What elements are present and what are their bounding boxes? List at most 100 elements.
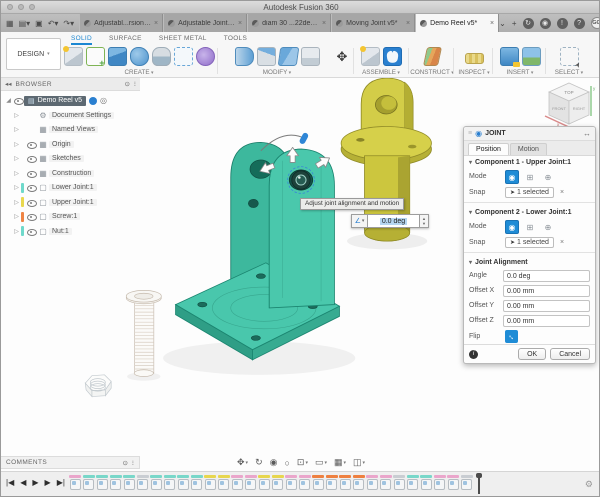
timeline-feature-item[interactable]	[353, 475, 365, 490]
mode-planar-button[interactable]: ⊞	[523, 220, 537, 234]
timeline-feature-item[interactable]	[272, 475, 284, 490]
alignment-field-input[interactable]: 0.00 mm	[503, 315, 590, 327]
document-tab[interactable]: Demo Reel v5* ×	[415, 14, 499, 32]
close-tab-icon[interactable]: ×	[490, 20, 494, 27]
flip-button[interactable]: ↔	[505, 330, 518, 343]
move-copy-icon[interactable]: ✥	[333, 47, 352, 66]
timeline-feature-item[interactable]	[83, 475, 95, 490]
expand-icon[interactable]: ▷	[12, 228, 21, 235]
workspace-tab[interactable]: SHEET METAL	[159, 34, 207, 45]
angle-stepper[interactable]: ▲▼	[420, 214, 429, 228]
select-group-label[interactable]: SELECT	[555, 69, 583, 76]
expand-icon[interactable]: ▷	[12, 213, 21, 220]
insert-canvas-icon[interactable]	[522, 47, 541, 66]
node-label[interactable]: Nut:1	[49, 228, 72, 235]
workspace-tab[interactable]: TOOLS	[224, 34, 247, 45]
new-tab-icon[interactable]: +	[512, 19, 517, 28]
step-forward-button[interactable]: ▶	[45, 478, 51, 487]
timeline-playhead[interactable]	[478, 475, 480, 494]
alignment-section-header[interactable]: Joint Alignment	[464, 256, 595, 268]
save-icon[interactable]: ▣	[35, 19, 43, 28]
select-icon[interactable]	[560, 47, 579, 66]
browser-tree-row[interactable]: ▷ ▢ Screw:1	[12, 210, 140, 223]
root-component-chip[interactable]: ▤ Demo Reel v5	[24, 96, 86, 106]
browser-tree-row[interactable]: ▷ ▦ Sketches	[12, 152, 140, 165]
browser-tree-row[interactable]: ▷ ▦ Named Views	[12, 123, 140, 136]
timeline-feature-item[interactable]	[150, 475, 162, 490]
timeline-feature-item[interactable]	[191, 475, 203, 490]
timeline-feature-item[interactable]	[245, 475, 257, 490]
visibility-eye-icon[interactable]	[26, 169, 37, 178]
visibility-eye-icon[interactable]	[26, 154, 37, 163]
insert-mcmaster-icon[interactable]	[500, 47, 519, 66]
document-tab[interactable]: Moving Joint v5* ×	[331, 14, 415, 32]
visibility-eye-icon[interactable]	[26, 183, 37, 192]
grid-snaps-icon[interactable]: ▦▾	[334, 457, 346, 468]
pipe-icon[interactable]	[174, 47, 193, 66]
timeline-feature-item[interactable]	[123, 475, 135, 490]
orbit-icon[interactable]: ↻	[255, 457, 263, 468]
pattern-icon[interactable]	[196, 47, 215, 66]
document-tab[interactable]: Adjustable Joint v5* ×	[163, 14, 247, 32]
expand-icon[interactable]: ▷	[12, 170, 21, 177]
timeline-feature-item[interactable]	[434, 475, 446, 490]
user-avatar[interactable]: GG	[591, 17, 600, 29]
node-label[interactable]: Document Settings	[49, 112, 114, 119]
timeline-feature-item[interactable]	[461, 475, 473, 490]
model-canvas[interactable]: Adjust joint alignment and motion ∠▾ 0.0…	[1, 78, 600, 471]
timeline-feature-item[interactable]	[96, 475, 108, 490]
node-label[interactable]: Named Views	[49, 126, 98, 133]
collapse-panel-icon[interactable]: ◂◂	[5, 80, 12, 88]
expand-icon[interactable]: ▷	[12, 199, 21, 206]
expand-icon[interactable]: ▷	[12, 184, 21, 191]
timeline-feature-item[interactable]	[177, 475, 189, 490]
redo-icon[interactable]: ↷▾	[63, 19, 74, 28]
assemble-group-label[interactable]: ASSEMBLE	[362, 69, 400, 76]
tab-list-chevron-icon[interactable]: ⌄	[499, 19, 506, 28]
visibility-eye-icon[interactable]	[26, 198, 37, 207]
visibility-eye-icon[interactable]	[26, 212, 37, 221]
visibility-eye-icon[interactable]	[26, 140, 37, 149]
visibility-eye-icon[interactable]	[26, 227, 37, 236]
clear-selection-icon[interactable]: ×	[560, 239, 564, 246]
create-sketch-icon[interactable]	[86, 47, 105, 66]
extrude-icon[interactable]	[108, 47, 127, 66]
mode-motion-button[interactable]: ⊕	[541, 170, 555, 184]
ok-button[interactable]: OK	[518, 348, 546, 360]
browser-tree-row[interactable]: ▷ ▢ Upper Joint:1	[12, 196, 140, 209]
snap-selection-button[interactable]: ➤ 1 selected	[505, 237, 554, 248]
joint-dialog-tab[interactable]: Motion	[510, 143, 547, 155]
timeline-feature-item[interactable]	[258, 475, 270, 490]
timeline-feature-item[interactable]	[407, 475, 419, 490]
modify-group-label[interactable]: MODIFY	[263, 69, 291, 76]
clear-selection-icon[interactable]: ×	[560, 189, 564, 196]
comments-gear-icon[interactable]: ⊙	[122, 459, 127, 467]
workspace-tab[interactable]: SURFACE	[109, 34, 142, 45]
pan-icon[interactable]: ✥▾	[237, 457, 248, 468]
construct-group-label[interactable]: CONSTRUCT	[410, 69, 453, 76]
node-label[interactable]: Lower Joint:1	[49, 184, 97, 191]
browser-tree-row[interactable]: ▷ ▢ Lower Joint:1	[12, 181, 140, 194]
node-label[interactable]: Upper Joint:1	[49, 199, 97, 206]
timeline-feature-item[interactable]	[218, 475, 230, 490]
inspect-group-label[interactable]: INSPECT	[458, 69, 489, 76]
mode-simple-button[interactable]: ◉	[505, 170, 519, 184]
node-label[interactable]: Construction	[49, 170, 94, 177]
step-back-button[interactable]: ◀	[20, 478, 26, 487]
timeline-feature-item[interactable]	[69, 475, 81, 490]
expand-icon[interactable]: ▷	[12, 112, 21, 119]
alignment-field-input[interactable]: 0.00 mm	[503, 300, 590, 312]
timeline-feature-item[interactable]	[380, 475, 392, 490]
timeline-feature-item[interactable]	[137, 475, 149, 490]
browser-tree-row[interactable]: ▷ ⚙ Document Settings	[12, 109, 140, 122]
component-section-header[interactable]: Component 1 - Upper Joint:1	[464, 156, 595, 168]
go-to-end-button[interactable]: ▶|	[57, 478, 65, 487]
browser-tree-row[interactable]: ▷ ▦ Origin	[12, 138, 140, 151]
timeline-feature-item[interactable]	[231, 475, 243, 490]
timeline-feature-item[interactable]	[285, 475, 297, 490]
primitive-icon[interactable]	[152, 47, 171, 66]
mode-motion-button[interactable]: ⊕	[541, 220, 555, 234]
workspace-tab[interactable]: SOLID	[71, 34, 92, 45]
fillet-icon[interactable]	[257, 47, 276, 66]
browser-tree-row[interactable]: ▷ ▦ Construction	[12, 167, 140, 180]
